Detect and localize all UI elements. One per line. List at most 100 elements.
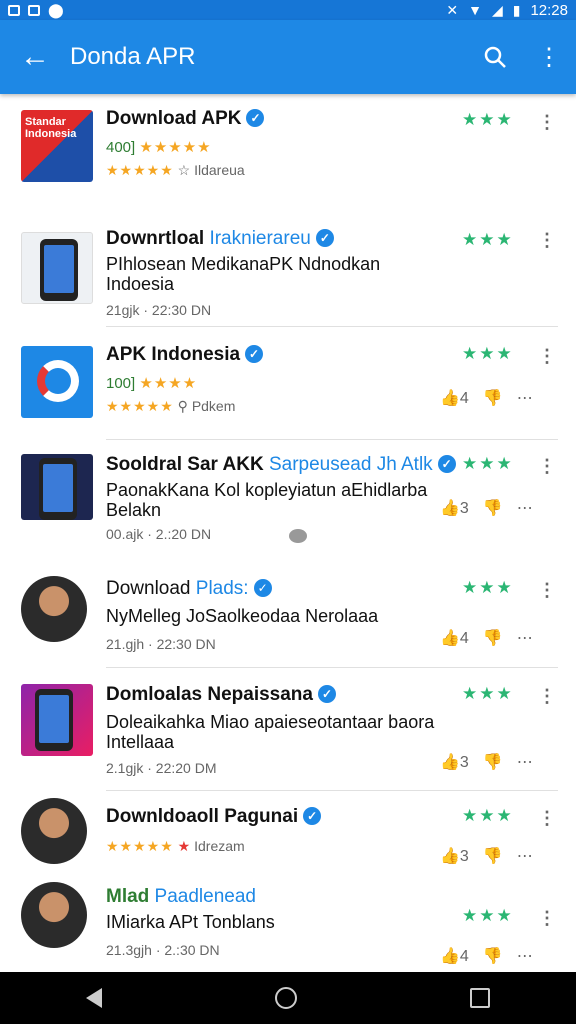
green-star-rating: ★★★ [462, 344, 514, 363]
thumb-up-icon[interactable]: 👍3 [440, 846, 469, 866]
more-horiz-icon[interactable]: ⋯ [517, 946, 533, 966]
more-horiz-icon[interactable]: ⋯ [517, 846, 533, 866]
more-vert-icon[interactable]: ⋮ [538, 456, 556, 477]
app-bar: ← Donda APR ⋮ [0, 20, 576, 94]
search-results-list: Standar Indonesia Download APK ✓ 400] ★★★… [0, 96, 576, 972]
photo-notification-icon [8, 4, 20, 16]
item-title: Domloalas Nepaissana [106, 684, 313, 705]
thumb-down-icon[interactable]: 👎 [483, 846, 503, 866]
more-vert-icon[interactable]: ⋮ [538, 112, 556, 133]
more-vert-icon[interactable]: ⋮ [538, 686, 556, 707]
nav-home-icon[interactable] [274, 987, 297, 1009]
more-horiz-icon[interactable]: ⋯ [517, 498, 533, 518]
verified-icon: ✓ [437, 455, 456, 473]
more-horiz-icon[interactable]: ⋯ [517, 388, 533, 408]
more-vert-icon[interactable]: ⋮ [538, 230, 556, 251]
more-horiz-icon[interactable]: ⋯ [517, 752, 533, 772]
item-meta: 21gjk · 22:30 DN [106, 302, 212, 318]
item-description: Doleaikahka Miao apaieseotantaar baora [106, 712, 435, 732]
item-description-2: Indoesia [106, 274, 175, 294]
item-title: Download APK [106, 108, 242, 129]
avatar [21, 798, 87, 864]
more-horiz-icon[interactable]: ⋯ [517, 628, 533, 648]
green-star-rating: ★★★ [462, 230, 514, 249]
item-meta: 2.1gjk · 22:20 DM [106, 760, 217, 776]
verified-icon: ✓ [315, 229, 334, 247]
star-rating: ★★★★ [139, 375, 198, 392]
item-description: PIhlosean MedikanaPK Ndnodkan [106, 254, 381, 274]
app-thumbnail [21, 346, 93, 418]
green-star-rating: ★★★ [462, 806, 514, 825]
thumb-down-icon[interactable]: 👎 [483, 752, 503, 772]
green-star-rating: ★★★ [462, 454, 514, 473]
rating-text: 100] [106, 375, 136, 392]
verified-icon: ✓ [245, 345, 264, 363]
item-description: NyMelleg JoSaolkeodaa Nerolaaa [106, 606, 379, 626]
verified-icon: ✓ [253, 579, 272, 597]
star-rating: ★★★★★ [106, 162, 174, 178]
avatar [21, 576, 87, 642]
rating-text: 400] [106, 139, 136, 156]
item-description: IMiarka APt Tonblans [106, 912, 275, 932]
thumb-up-icon[interactable]: 👍4 [440, 628, 469, 648]
divider [106, 790, 558, 791]
search-icon[interactable] [468, 20, 522, 94]
item-title: Downrtloal [106, 228, 210, 249]
green-star-rating: ★★★ [462, 110, 514, 129]
more-vert-icon[interactable]: ⋮ [538, 580, 556, 601]
avatar [21, 882, 87, 948]
app-thumbnail [21, 684, 93, 756]
item-description: PaonakKana Kol kopleyiatun aEhidlarba [106, 480, 428, 500]
item-meta: Ildareua [194, 162, 245, 178]
mute-icon: ✕ [446, 1, 459, 18]
scroll-indicator [289, 529, 307, 543]
item-title: Mlad [106, 886, 150, 907]
thumb-down-icon[interactable]: 👎 [483, 498, 503, 518]
item-meta: 21.3gjh · 2.:30 DN [106, 942, 220, 958]
battery-icon: ▮ [512, 1, 521, 18]
more-vert-icon[interactable]: ⋮ [538, 808, 556, 829]
signal-icon: ◢ [491, 1, 503, 18]
navigation-bar [0, 972, 576, 1024]
more-vert-icon[interactable]: ⋮ [538, 346, 556, 367]
item-title: Sooldral Sar AKK [106, 454, 269, 475]
thumb-down-icon[interactable]: 👎 [483, 946, 503, 966]
shield-notification-icon: ⬤ [48, 1, 64, 18]
item-title: Downldoaoll Pagunai [106, 806, 299, 827]
item-description-2: Intellaaa [106, 732, 175, 752]
nav-back-icon[interactable] [86, 988, 103, 1008]
green-star-rating: ★★★ [462, 684, 514, 703]
divider [106, 326, 558, 327]
item-meta: 00.ajk · 2.:20 DN [106, 526, 212, 542]
thumb-up-icon[interactable]: 👍3 [440, 752, 469, 772]
clock: 12:28 [530, 1, 568, 19]
item-description-2: Belakn [106, 500, 162, 520]
wifi-icon: ▼ [468, 2, 482, 18]
status-bar: ⬤ ✕ ▼ ◢ ▮ 12:28 [0, 0, 576, 20]
back-arrow-icon[interactable]: ← [0, 20, 70, 94]
more-vert-icon[interactable]: ⋮ [538, 908, 556, 929]
divider [106, 667, 558, 668]
page-title: Donda APR [70, 43, 196, 70]
app-thumbnail [21, 232, 93, 304]
app-thumbnail: Standar Indonesia [21, 110, 93, 182]
thumb-down-icon[interactable]: 👎 [483, 628, 503, 648]
star-rating: ★★★★★ [106, 398, 174, 414]
green-star-rating: ★★★ [462, 906, 514, 925]
divider [106, 439, 558, 440]
item-title: Download [106, 578, 196, 599]
nav-recents-icon[interactable] [469, 988, 490, 1008]
green-star-rating: ★★★ [462, 578, 514, 597]
verified-icon: ✓ [317, 685, 336, 703]
star-rating: ★★★★★ [139, 139, 212, 156]
star-rating: ★★★★★ [106, 838, 174, 854]
verified-icon: ✓ [303, 807, 322, 825]
thumb-down-icon[interactable]: 👎 [483, 388, 503, 408]
mail-notification-icon [28, 4, 40, 16]
item-meta: Pdkem [191, 398, 236, 414]
more-vert-icon[interactable]: ⋮ [522, 20, 576, 94]
thumb-up-icon[interactable]: 👍4 [440, 946, 469, 966]
app-thumbnail [21, 454, 93, 520]
item-meta: 21.gjh · 22:30 DN [106, 636, 216, 652]
verified-icon: ✓ [246, 109, 265, 127]
